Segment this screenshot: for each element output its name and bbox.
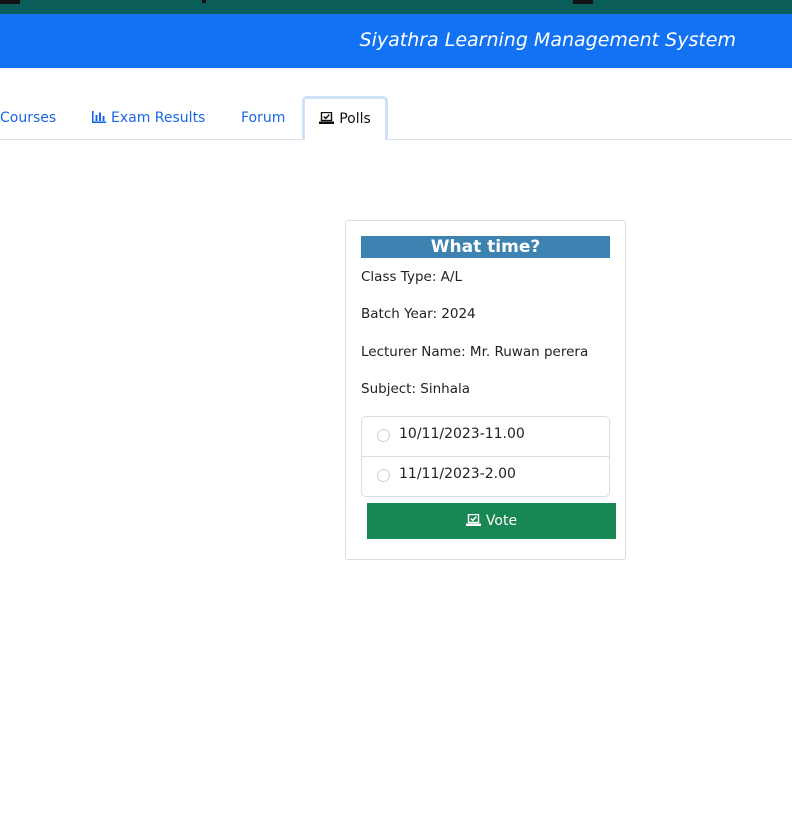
- tab-exam-results[interactable]: Exam Results: [92, 96, 205, 139]
- lecturer-name: Lecturer Name: Mr. Ruwan perera: [361, 344, 589, 360]
- tab-forum[interactable]: Forum: [241, 96, 285, 139]
- subject: Subject: Sinhala: [361, 381, 471, 397]
- ballot-box-icon: [319, 100, 335, 140]
- poll-question: What time?: [361, 236, 610, 258]
- app-title: Siyathra Learning Management System: [359, 29, 736, 51]
- radio-button[interactable]: [377, 429, 390, 442]
- top-strip-mark: [0, 0, 20, 4]
- poll-option[interactable]: 11/11/2023-2.00: [362, 457, 609, 496]
- header-banner: Siyathra Learning Management System: [0, 14, 792, 68]
- batch-year: Batch Year: 2024: [361, 306, 476, 322]
- poll-options: 10/11/2023-11.00 11/11/2023-2.00: [361, 416, 610, 497]
- top-strip-dot: [202, 0, 206, 3]
- poll-option-label: 11/11/2023-2.00: [399, 466, 516, 482]
- vote-button[interactable]: Vote: [367, 503, 616, 539]
- ballot-box-icon: [465, 504, 481, 540]
- radio-button[interactable]: [377, 469, 390, 482]
- top-strip: [0, 0, 792, 14]
- tab-polls[interactable]: Polls: [302, 96, 388, 140]
- vote-button-label: Vote: [485, 513, 518, 529]
- nav-tabs: Courses Exam Results Forum Polls: [0, 96, 792, 140]
- top-strip-mark: [573, 0, 593, 4]
- tab-polls-label: Polls: [339, 111, 371, 127]
- poll-card: What time? Class Type: A/L Batch Year: 2…: [345, 220, 626, 560]
- poll-option-label: 10/11/2023-11.00: [399, 426, 525, 442]
- tab-exam-results-label: Exam Results: [111, 110, 206, 126]
- tab-courses-label: Courses: [0, 110, 57, 126]
- tab-courses[interactable]: Courses: [0, 96, 56, 139]
- bar-chart-icon: [92, 97, 106, 141]
- poll-option[interactable]: 10/11/2023-11.00: [362, 417, 609, 457]
- class-type: Class Type: A/L: [361, 269, 462, 285]
- tab-forum-label: Forum: [241, 110, 286, 126]
